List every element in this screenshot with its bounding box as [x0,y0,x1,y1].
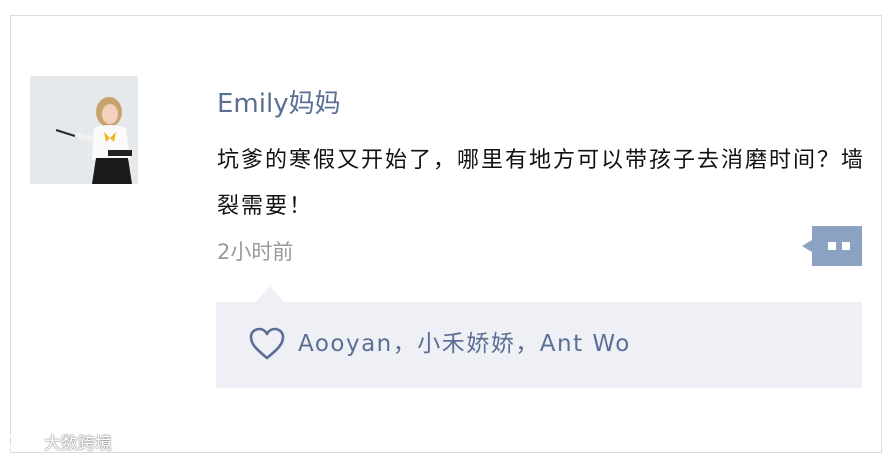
heart-outline-icon[interactable] [248,326,286,362]
dot-icon [842,242,850,250]
likes-panel: Aooyan，小禾娇娇，Ant Wo [216,286,862,388]
post-timestamp: 2小时前 [217,240,294,264]
watermark-text: 大数跨境 [44,433,112,454]
likers-list[interactable]: Aooyan，小禾娇娇，Ant Wo [298,326,631,362]
watermark-logo-icon [7,433,40,450]
avatar[interactable] [30,76,138,184]
person-photo-icon [30,76,138,184]
watermark: 大数跨境 [6,428,112,454]
comment-more-button[interactable] [802,226,862,266]
dot-icon [828,242,836,250]
username-link[interactable]: Emily妈妈 [217,88,341,120]
post-text: 坑爹的寒假又开始了，哪里有地方可以带孩子去消磨时间？墙裂需要！ [217,148,866,219]
